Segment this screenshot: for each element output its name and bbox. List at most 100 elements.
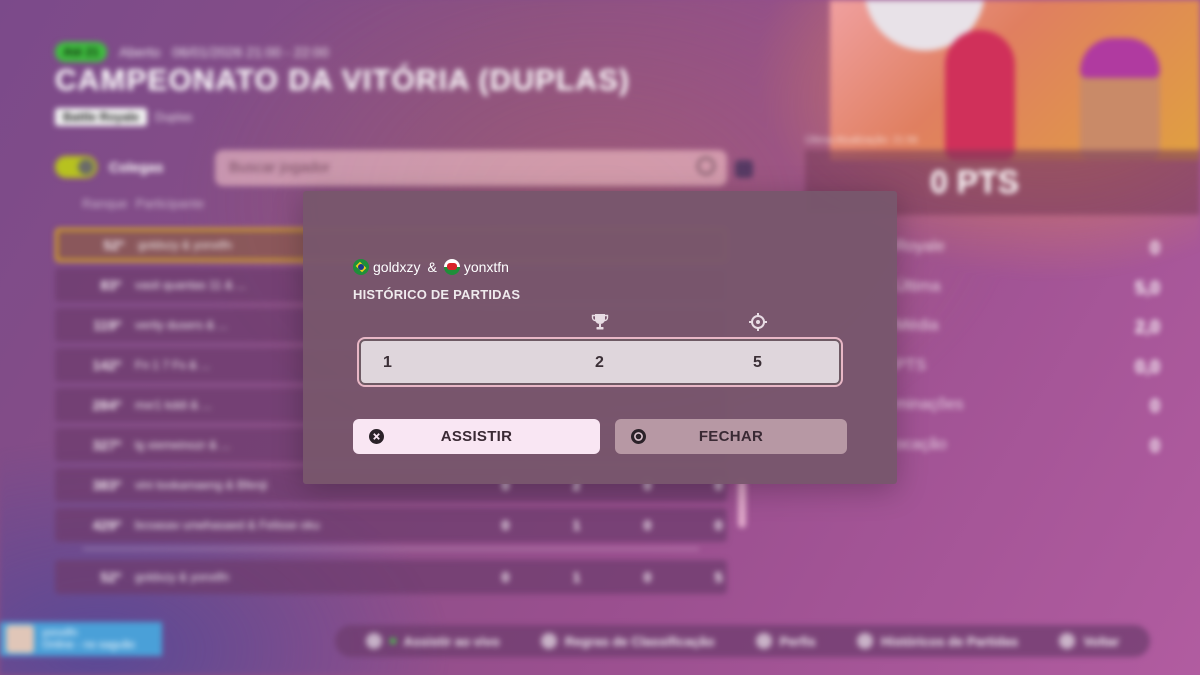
mode-pill: Battle Royale: [55, 108, 148, 126]
row-rank: 284º: [92, 397, 121, 413]
row-rank: 383º: [92, 477, 121, 493]
history-action[interactable]: Históricos de Partidas: [856, 633, 1019, 649]
leaderboard-header: Ranque Participante: [82, 196, 204, 211]
close-label: FECHAR: [698, 428, 764, 445]
hero-character-cap: [1080, 38, 1160, 78]
row-stats: 0 1 0 0: [470, 517, 754, 533]
row-stat: 0: [501, 517, 510, 533]
row-rank: 52º: [103, 237, 124, 253]
friends-toggle[interactable]: [55, 156, 97, 178]
points-value: 0 PTS: [930, 164, 1019, 200]
action-label: Voltar: [1083, 633, 1120, 649]
action-label: Perfis: [779, 633, 816, 649]
row-stat: 0: [643, 569, 652, 585]
friends-toggle-row: Colegas: [55, 156, 163, 178]
cross-button-icon: [369, 429, 384, 444]
ampersand: &: [427, 259, 437, 275]
leaderboard-row[interactable]: 429º bcoasav unwhasaed & Felisse oku 0 1…: [55, 508, 727, 542]
search-placeholder: Buscar jogador: [229, 159, 330, 176]
event-datetime: 06/01/2026 21:00 - 22:00: [172, 44, 329, 60]
player1-name: goldxzy: [373, 259, 421, 275]
row-rank: 142º: [92, 357, 121, 373]
action-label: Assistir ao vivo: [403, 633, 500, 649]
stat-label: ocação: [895, 435, 947, 453]
controller-button-icon: [365, 633, 382, 649]
stat-label: Última: [895, 277, 941, 295]
circle-button-icon: [631, 429, 646, 444]
hero-character-left: [945, 30, 1015, 160]
stat-value: 0: [1149, 238, 1160, 258]
controller-button-icon: [856, 633, 873, 649]
bottom-action-bar: Assistir ao vivo Regras de Classificação…: [335, 625, 1150, 657]
stat-row: Última 5,0: [895, 278, 1160, 318]
divider: [83, 548, 699, 550]
action-label: Regras de Classificação: [564, 633, 715, 649]
stat-row: minações 0: [895, 396, 1160, 436]
rules-action[interactable]: Regras de Classificação: [540, 633, 715, 649]
stat-row: Royale 0: [895, 238, 1160, 278]
avatar: [6, 625, 34, 653]
match-placement: 2: [595, 354, 604, 371]
live-watch-action[interactable]: Assistir ao vivo: [365, 633, 500, 649]
event-title: CAMPEONATO DA VITÓRIA (DUPLAS): [55, 64, 630, 97]
close-button[interactable]: FECHAR: [615, 419, 847, 454]
player-status: Online - no saguão: [42, 639, 135, 651]
stat-value: 0: [1149, 435, 1160, 456]
player-name: yonxtfn: [42, 627, 78, 639]
back-action[interactable]: Voltar: [1059, 633, 1119, 649]
match-history-modal: goldxzy & yonxtfn HISTÓRICO DE PARTIDAS …: [303, 191, 897, 484]
wales-flag-icon: [443, 259, 460, 275]
row-rank: 83º: [100, 277, 121, 293]
event-badge: Até 21: [55, 42, 108, 62]
watch-label: ASSISTIR: [440, 428, 513, 445]
trophy-icon: [591, 314, 609, 330]
stat-label: PTS: [895, 356, 927, 374]
brazil-flag-icon: [353, 259, 369, 275]
stat-value: 5,0: [1134, 277, 1160, 298]
event-status: Aberto: [119, 44, 161, 60]
row-stat: 1: [572, 569, 581, 585]
stats-list: Royale 0 Última 5,0 Média 2,0 PTS 0,0 minaçõ…: [895, 238, 1160, 475]
col-rank: Ranque: [82, 196, 128, 211]
player-card[interactable]: yonxtfn Online - no saguão: [0, 622, 162, 656]
my-team-row[interactable]: 52º goldxzy & yonxtfn 0 1 0 5: [55, 560, 727, 594]
stat-row: Média 2,0: [895, 317, 1160, 357]
match-eliminations: 5: [753, 354, 762, 371]
sort-icon[interactable]: [735, 160, 753, 178]
row-stat: 5: [714, 569, 723, 585]
search-icon: [697, 157, 715, 175]
team-names: goldxzy & yonxtfn: [353, 259, 509, 275]
event-meta: Até 21 Aberto 06/01/2026 21:00 - 22:00: [55, 42, 329, 62]
row-stat: 1: [572, 517, 581, 533]
row-rank: 429º: [92, 517, 121, 533]
stat-row: PTS 0,0: [895, 357, 1160, 397]
stat-value: 0,0: [1134, 356, 1160, 377]
points-updated: Última Atualização: 21:56: [805, 135, 918, 146]
match-row[interactable]: 1 2 5: [357, 337, 843, 387]
stat-row: ocação 0: [895, 436, 1160, 476]
live-dot-icon: [389, 638, 396, 644]
stat-label: minações: [895, 396, 964, 413]
stat-label: Royale: [895, 238, 945, 255]
row-stat: 0: [643, 517, 652, 533]
col-participants: Participante: [135, 196, 205, 211]
row-stats: 0 1 0 5: [470, 569, 754, 585]
match-number: 1: [383, 354, 392, 371]
mode-row: Battle Royale Duplas: [55, 108, 192, 126]
row-rank: 119º: [93, 317, 121, 333]
watch-button[interactable]: ASSISTIR: [353, 419, 600, 454]
crosshair-icon: [749, 313, 767, 331]
friends-toggle-label: Colegas: [109, 159, 164, 175]
row-rank: 52º: [100, 569, 121, 585]
player2-name: yonxtfn: [463, 259, 509, 275]
search-input[interactable]: Buscar jogador: [215, 150, 727, 186]
stat-value: 0: [1149, 396, 1160, 416]
stat-value: 2,0: [1134, 317, 1160, 337]
row-rank: 327º: [92, 437, 121, 453]
controller-button-icon: [1059, 633, 1076, 649]
action-label: Históricos de Partidas: [880, 633, 1019, 649]
mode-sub: Duplas: [155, 110, 193, 124]
leaderboard-scrollbar[interactable]: [738, 480, 746, 528]
profiles-action[interactable]: Perfis: [755, 633, 816, 649]
controller-button-icon: [540, 633, 557, 649]
